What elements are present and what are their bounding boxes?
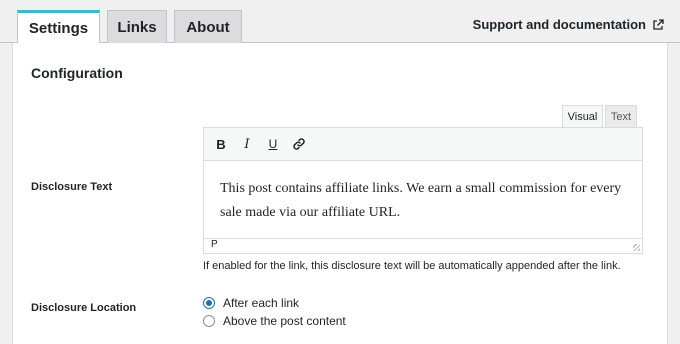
underline-button[interactable]: U xyxy=(265,136,281,152)
editor-tab-visual[interactable]: Visual xyxy=(562,105,603,127)
disclosure-text-label: Disclosure Text xyxy=(31,181,113,193)
disclosure-text-help: If enabled for the link, this disclosure… xyxy=(203,260,621,272)
italic-button[interactable]: I xyxy=(239,136,255,152)
editor-content[interactable]: This post contains affiliate links. We e… xyxy=(204,161,642,238)
disclosure-text-editor[interactable]: B I U This post contains affiliate links… xyxy=(203,127,643,254)
tab-bar: Settings Links About Support and documen… xyxy=(0,0,680,44)
radio-button[interactable] xyxy=(203,315,215,327)
section-title: Configuration xyxy=(31,65,123,81)
link-icon xyxy=(293,138,305,150)
link-button[interactable] xyxy=(291,136,307,152)
disclosure-location-label: Disclosure Location xyxy=(31,302,137,314)
settings-panel: Configuration Visual Text Disclosure Tex… xyxy=(12,43,668,344)
tab-settings[interactable]: Settings xyxy=(17,10,100,44)
editor-mode-tabs: Visual Text xyxy=(562,105,637,127)
support-documentation-link[interactable]: Support and documentation xyxy=(473,17,664,32)
editor-tab-text[interactable]: Text xyxy=(605,105,637,127)
element-path: P xyxy=(211,239,218,250)
resize-handle-icon[interactable] xyxy=(633,244,640,251)
tab-about[interactable]: About xyxy=(174,10,242,43)
tab-links[interactable]: Links xyxy=(107,10,167,43)
external-link-icon xyxy=(653,18,664,30)
radio-above-post-content[interactable]: Above the post content xyxy=(203,314,346,328)
radio-button-checked[interactable] xyxy=(203,297,215,309)
editor-toolbar: B I U xyxy=(204,128,642,161)
bold-button[interactable]: B xyxy=(213,136,229,152)
radio-label: After each link xyxy=(223,296,300,310)
editor-statusbar: P xyxy=(204,238,642,253)
radio-label: Above the post content xyxy=(223,314,346,328)
radio-after-each-link[interactable]: After each link xyxy=(203,296,299,310)
support-link-label: Support and documentation xyxy=(472,17,646,32)
